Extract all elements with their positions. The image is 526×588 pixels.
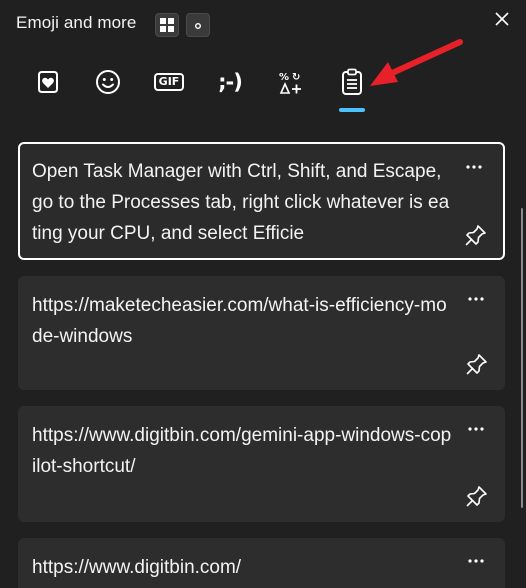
heart-favorites-icon (38, 71, 58, 93)
tab-symbols[interactable]: % ↻ (269, 62, 313, 102)
windows-key-icon-button[interactable] (155, 13, 179, 37)
tab-emoji[interactable] (86, 62, 130, 102)
pin-icon[interactable] (465, 352, 489, 376)
kaomoji-icon: ;-) (218, 70, 243, 94)
clipboard-item[interactable]: https://www.digitbin.com/ (18, 538, 505, 588)
windows-grid-icon (160, 18, 174, 32)
selected-tab-indicator (339, 108, 365, 112)
ellipsis-icon (468, 559, 484, 563)
emoji-panel: Emoji and more GIF ;-) % ↻ Open Task Man… (0, 0, 526, 588)
period-icon (195, 23, 201, 29)
svg-text:%: % (279, 72, 289, 83)
more-options-button[interactable] (465, 422, 487, 436)
clipboard-item-text: https://www.digitbin.com/ (32, 557, 242, 578)
tab-kaomoji[interactable]: ;-) (208, 62, 252, 102)
pin-icon[interactable] (464, 223, 488, 247)
clipboard-item[interactable]: https://www.digitbin.com/gemini-app-wind… (18, 406, 505, 522)
close-button[interactable] (489, 6, 515, 32)
gif-icon: GIF (153, 73, 185, 91)
period-key-icon-button[interactable] (186, 13, 210, 37)
clipboard-item[interactable]: Open Task Manager with Ctrl, Shift, and … (18, 142, 505, 260)
red-annotation-arrow (370, 39, 463, 86)
more-options-button[interactable] (465, 554, 487, 568)
more-options-button[interactable] (465, 292, 487, 306)
clipboard-history-list: Open Task Manager with Ctrl, Shift, and … (0, 140, 526, 588)
symbols-icon: % ↻ (279, 72, 301, 94)
scrollbar[interactable] (521, 208, 523, 508)
tab-favorites[interactable] (26, 62, 70, 102)
close-icon (495, 12, 509, 26)
clipboard-item-text: https://www.digitbin.com/gemini-app-wind… (32, 425, 452, 477)
smiley-icon (96, 70, 120, 94)
pin-icon[interactable] (465, 484, 489, 508)
more-options-button[interactable] (463, 160, 485, 174)
ellipsis-icon (468, 297, 484, 301)
ellipsis-icon (466, 165, 482, 169)
svg-text:↻: ↻ (292, 72, 300, 83)
ellipsis-icon (468, 427, 484, 431)
panel-title: Emoji and more (16, 13, 137, 32)
tab-gif[interactable]: GIF (147, 62, 191, 102)
clipboard-item[interactable]: https://maketecheasier.com/what-is-effic… (18, 276, 505, 390)
clipboard-item-text: Open Task Manager with Ctrl, Shift, and … (32, 161, 450, 244)
clipboard-item-text: https://maketecheasier.com/what-is-effic… (32, 295, 447, 347)
